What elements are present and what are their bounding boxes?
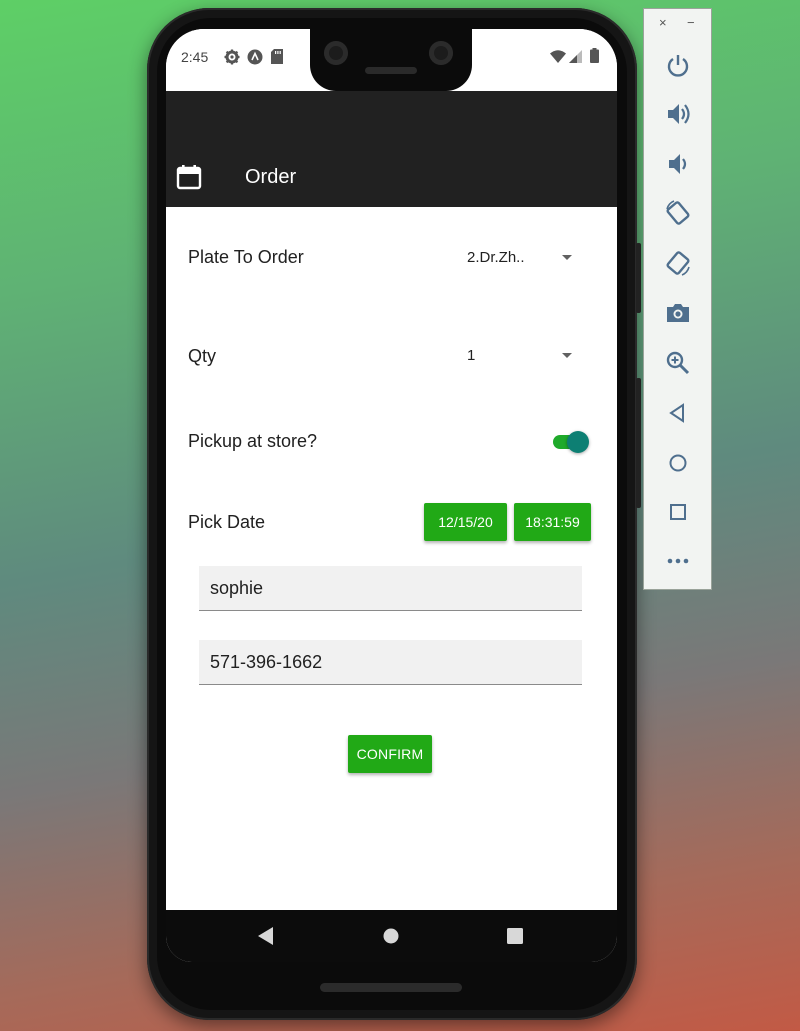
earpiece-speaker: [365, 67, 417, 74]
nav-recents-icon[interactable]: [507, 928, 523, 949]
qty-selected-value: 1: [467, 347, 476, 364]
chevron-down-icon: [562, 255, 572, 260]
status-time: 2:45: [181, 49, 209, 65]
confirm-button[interactable]: CONFIRM: [348, 735, 432, 773]
calendar-icon[interactable]: [176, 164, 202, 195]
camera-icon[interactable]: [664, 299, 692, 327]
date-picker-button[interactable]: 12/15/20: [424, 503, 507, 541]
time-picker-button[interactable]: 18:31:59: [514, 503, 591, 541]
switch-thumb: [567, 431, 589, 453]
home-indicator: [320, 983, 462, 992]
qty-label: Qty: [188, 346, 217, 366]
emulator-toolbar: × −: [643, 8, 712, 590]
name-input[interactable]: [199, 566, 582, 610]
qty-dropdown[interactable]: 1: [467, 341, 577, 371]
battery-icon: [590, 48, 599, 68]
phone-power-button: [636, 243, 641, 313]
navigation-bar: [166, 910, 617, 962]
plate-label: Plate To Order: [188, 247, 304, 267]
minimize-window-button[interactable]: −: [687, 15, 695, 30]
phone-screen: 2:45 Order Plate To Order 2.Dr.Zh.. Qty …: [166, 29, 617, 962]
chevron-down-icon: [562, 353, 572, 358]
zoom-icon[interactable]: [664, 349, 692, 377]
back-icon[interactable]: [664, 399, 692, 427]
camera-notch: [310, 29, 472, 91]
phone-input[interactable]: [199, 640, 582, 684]
cell-signal-icon: [569, 50, 582, 68]
plate-selected-value: 2.Dr.Zh..: [467, 249, 525, 266]
volume-down-icon[interactable]: [664, 150, 692, 178]
rotate-right-icon[interactable]: [664, 249, 692, 277]
nav-home-icon[interactable]: [383, 928, 399, 949]
pickup-switch[interactable]: [553, 429, 591, 455]
front-camera: [324, 41, 348, 65]
rotate-left-icon[interactable]: [664, 199, 692, 227]
plate-dropdown[interactable]: 2.Dr.Zh..: [467, 243, 577, 273]
settings-icon: [224, 49, 240, 70]
react-native-icon: [247, 49, 263, 70]
status-bar: 2:45: [166, 29, 617, 91]
page-title: Order: [245, 166, 297, 188]
overview-icon[interactable]: [664, 498, 692, 526]
volume-up-icon[interactable]: [664, 100, 692, 128]
home-icon[interactable]: [664, 449, 692, 477]
sd-card-icon: [271, 49, 283, 69]
more-icon[interactable]: [664, 547, 692, 575]
wifi-icon: [550, 50, 566, 68]
power-icon[interactable]: [664, 51, 692, 79]
phone-field[interactable]: [199, 640, 582, 685]
app-bar: Order: [166, 91, 617, 207]
pick-date-label: Pick Date: [188, 512, 266, 532]
name-field[interactable]: [199, 566, 582, 611]
pickup-label: Pickup at store?: [188, 431, 318, 451]
phone-frame: 2:45 Order Plate To Order 2.Dr.Zh.. Qty …: [147, 8, 641, 1020]
front-camera: [429, 41, 453, 65]
phone-volume-button: [636, 378, 641, 508]
close-window-button[interactable]: ×: [659, 15, 667, 30]
nav-back-icon[interactable]: [258, 927, 274, 950]
